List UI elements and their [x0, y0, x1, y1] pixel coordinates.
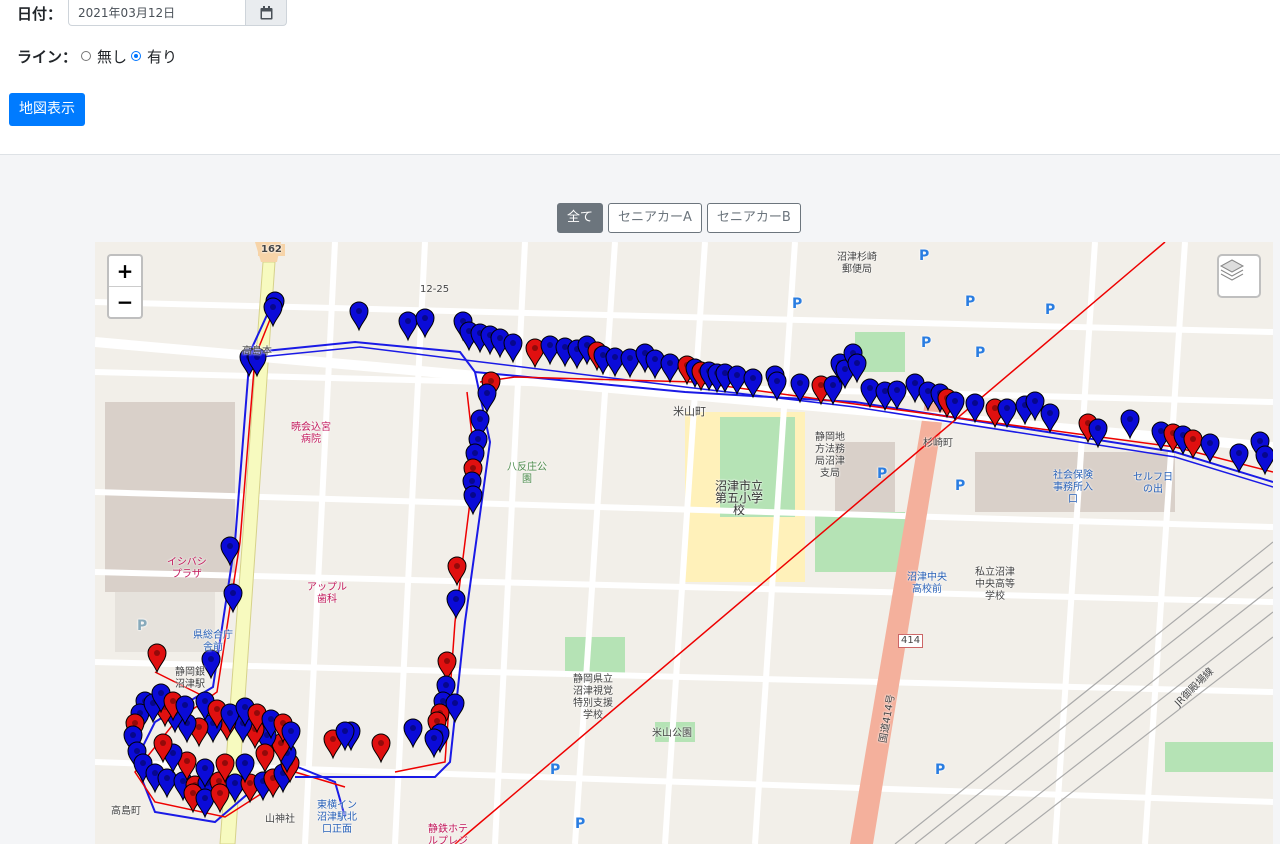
- date-label: 日付：: [17, 4, 63, 23]
- filter-all-button[interactable]: 全て: [557, 203, 604, 233]
- route-marker[interactable]: [263, 297, 283, 328]
- zoom-out-button[interactable]: −: [109, 286, 141, 317]
- post-office-label: 沼津杉崎 郵便局: [837, 252, 877, 275]
- parking-label: P: [137, 618, 148, 634]
- route-marker[interactable]: [1088, 418, 1108, 449]
- self-station-label: セルフ日 の出: [1133, 472, 1173, 495]
- date-row: 日付： 2021年03月12日: [17, 0, 288, 26]
- parking-label: P: [877, 466, 888, 482]
- legal-bureau-label: 静岡地 方法務 局沼津 支局: [815, 432, 845, 479]
- route-marker[interactable]: [1183, 429, 1203, 460]
- route-marker[interactable]: [210, 783, 230, 814]
- route-marker[interactable]: [447, 556, 467, 587]
- highschool-label: 私立沼津 中央高等 学校: [975, 567, 1015, 602]
- route-marker[interactable]: [1255, 445, 1273, 476]
- route-marker[interactable]: [743, 368, 763, 399]
- parking-label: P: [975, 345, 986, 361]
- parking-label: P: [550, 762, 561, 778]
- road-162-label: 162: [258, 244, 285, 256]
- route-414-label: 414: [898, 634, 924, 648]
- park-label: 八反庄公 園: [507, 462, 547, 485]
- bus-stop-label: 沼津中央 高校前: [907, 572, 947, 595]
- bank-label: 静岡銀 沼津駅: [175, 667, 205, 690]
- map-section: 全て セニアカーA セニアカーB 162 12-25 高島本 暁会込宮 病院 八…: [0, 155, 1280, 844]
- zoom-control: + −: [107, 254, 143, 319]
- parking-label: P: [935, 762, 946, 778]
- map-view[interactable]: 162 12-25 高島本 暁会込宮 病院 八反庄公 園 米山町 沼津市立 第五…: [95, 242, 1273, 844]
- car-filter-group: 全て セニアカーA セニアカーB: [557, 203, 801, 233]
- school-label: 沼津市立 第五小学 校: [715, 479, 764, 517]
- route-marker[interactable]: [503, 333, 523, 364]
- route-marker[interactable]: [446, 589, 466, 620]
- yoneyama-park-label: 米山公園: [652, 728, 692, 739]
- route-marker[interactable]: [1229, 443, 1249, 474]
- route-marker[interactable]: [1200, 433, 1220, 464]
- layers-icon: [1219, 259, 1245, 281]
- route-marker[interactable]: [415, 308, 435, 339]
- shrine-label: 山神社: [265, 814, 295, 825]
- calendar-button[interactable]: [246, 0, 288, 26]
- search-form: 日付： 2021年03月12日 ライン： 無し 有り 地図表示: [0, 0, 1280, 155]
- filter-car-b-button[interactable]: セニアカーB: [706, 203, 801, 233]
- social-insurance-label: 社会保険 事務所入 口: [1053, 470, 1093, 505]
- route-markers: [123, 291, 1273, 819]
- filter-car-a-button[interactable]: セニアカーA: [608, 203, 702, 233]
- route-marker[interactable]: [1040, 403, 1060, 434]
- town-label: 高島町: [111, 806, 141, 817]
- route-marker[interactable]: [403, 718, 423, 749]
- route-marker[interactable]: [887, 380, 907, 411]
- route-marker[interactable]: [255, 743, 275, 774]
- route-marker[interactable]: [463, 485, 483, 516]
- yoneyama-label: 米山町: [673, 405, 706, 418]
- suginosaki-label: 杉崎町: [923, 438, 953, 449]
- support-school-label: 静岡県立 沼津視覚 特別支援 学校: [573, 674, 613, 721]
- parking-label: P: [1045, 302, 1056, 318]
- route-marker[interactable]: [398, 311, 418, 342]
- dental-label: アップル 歯科: [307, 582, 347, 605]
- takashimamoto-label: 高島本: [242, 346, 272, 357]
- hotel-label-2: 静鉄ホテ ルプレジ: [428, 824, 468, 844]
- route-marker[interactable]: [349, 301, 369, 332]
- parking-label: P: [921, 335, 932, 351]
- show-map-button[interactable]: 地図表示: [9, 93, 85, 126]
- parking-label: P: [575, 816, 586, 832]
- route-marker[interactable]: [1120, 409, 1140, 440]
- plaza-label: イシバシ プラザ: [167, 557, 207, 580]
- route-marker[interactable]: [147, 643, 167, 674]
- line-label: ライン：: [17, 47, 78, 66]
- route-marker[interactable]: [945, 391, 965, 422]
- line-yes-label: 有り: [147, 47, 178, 66]
- line-none-radio[interactable]: [81, 51, 92, 61]
- parking-label: P: [919, 248, 930, 264]
- parking-label: P: [792, 296, 803, 312]
- route-marker[interactable]: [965, 393, 985, 424]
- bus-stop-label-2: 県総合庁 舎前: [193, 630, 233, 653]
- line-row: ライン： 無し 有り: [17, 45, 177, 67]
- route-marker[interactable]: [223, 583, 243, 614]
- route-marker[interactable]: [424, 728, 444, 759]
- line-none-label: 無し: [97, 47, 128, 66]
- hospital-label: 暁会込宮 病院: [291, 422, 331, 445]
- calendar-icon: [260, 5, 273, 19]
- route-marker[interactable]: [997, 398, 1017, 429]
- coord-label: 12-25: [420, 284, 450, 295]
- route-marker[interactable]: [790, 373, 810, 404]
- route-marker[interactable]: [371, 733, 391, 764]
- route-marker[interactable]: [660, 353, 680, 384]
- route-marker[interactable]: [157, 768, 177, 799]
- route-marker[interactable]: [220, 536, 240, 567]
- line-yes-radio[interactable]: [131, 51, 142, 61]
- route-marker[interactable]: [445, 693, 465, 724]
- route-marker[interactable]: [727, 365, 747, 396]
- layers-button[interactable]: [1217, 254, 1261, 298]
- parking-label: P: [955, 478, 966, 494]
- zoom-in-button[interactable]: +: [109, 256, 141, 286]
- date-input[interactable]: 2021年03月12日: [68, 0, 247, 26]
- hotel-label: 東横イン 沼津駅北 口正面: [317, 800, 357, 835]
- parking-label: P: [965, 294, 976, 310]
- route-marker[interactable]: [225, 773, 245, 804]
- route-marker[interactable]: [477, 383, 497, 414]
- route-marker[interactable]: [767, 371, 787, 402]
